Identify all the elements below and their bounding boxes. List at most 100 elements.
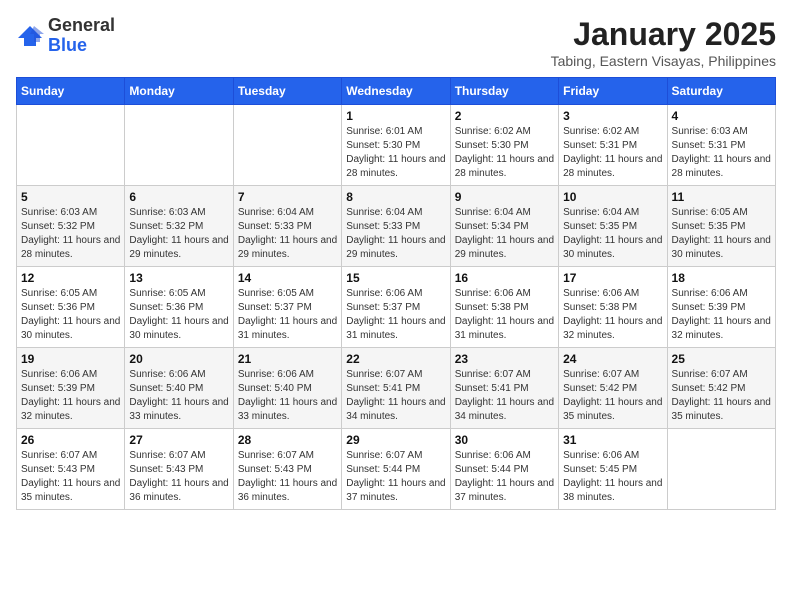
day-info: Sunrise: 6:06 AM Sunset: 5:40 PM Dayligh… xyxy=(129,368,228,424)
day-info: Sunrise: 6:06 AM Sunset: 5:37 PM Dayligh… xyxy=(346,287,445,343)
day-number: 5 xyxy=(21,190,120,204)
calendar-day-12: 12 Sunrise: 6:05 AM Sunset: 5:36 PM Dayli… xyxy=(17,267,125,348)
day-info: Sunrise: 6:06 AM Sunset: 5:44 PM Dayligh… xyxy=(455,449,554,505)
day-number: 10 xyxy=(563,190,662,204)
calendar-day-20: 20Sunrise: 6:06 AM Sunset: 5:40 PM Dayli… xyxy=(125,348,233,429)
day-number: 30 xyxy=(455,433,554,447)
calendar-week-row: 1 Sunrise: 6:01 AM Sunset: 5:30 PM Daylig… xyxy=(17,105,776,186)
day-number: 18 xyxy=(672,271,771,285)
calendar-day-24: 24Sunrise: 6:07 AM Sunset: 5:42 PM Dayli… xyxy=(559,348,667,429)
day-info: Sunrise: 6:02 AM Sunset: 5:30 PM Dayligh… xyxy=(455,125,554,181)
day-info: Sunrise: 6:07 AM Sunset: 5:41 PM Dayligh… xyxy=(455,368,554,424)
day-number: 26 xyxy=(21,433,120,447)
calendar-day-13: 13Sunrise: 6:05 AM Sunset: 5:36 PM Dayli… xyxy=(125,267,233,348)
day-info: Sunrise: 6:02 AM Sunset: 5:31 PM Dayligh… xyxy=(563,125,662,181)
calendar-day-1: 1 Sunrise: 6:01 AM Sunset: 5:30 PM Daylig… xyxy=(342,105,450,186)
calendar-day-8: 8 Sunrise: 6:04 AM Sunset: 5:33 PM Daylig… xyxy=(342,186,450,267)
calendar-day-16: 16 Sunrise: 6:06 AM Sunset: 5:38 PM Dayli… xyxy=(450,267,558,348)
calendar-week-row: 26 Sunrise: 6:07 AM Sunset: 5:43 PM Dayli… xyxy=(17,429,776,510)
day-info: Sunrise: 6:04 AM Sunset: 5:33 PM Dayligh… xyxy=(346,206,445,262)
day-number: 22 xyxy=(346,352,445,366)
day-info: Sunrise: 6:05 AM Sunset: 5:36 PM Dayligh… xyxy=(21,287,120,343)
calendar-empty-cell xyxy=(233,105,341,186)
day-number: 6 xyxy=(129,190,228,204)
calendar-empty-cell xyxy=(667,429,775,510)
weekday-header-tuesday: Tuesday xyxy=(233,78,341,105)
calendar-day-7: 7 Sunrise: 6:04 AM Sunset: 5:33 PM Daylig… xyxy=(233,186,341,267)
day-info: Sunrise: 6:06 AM Sunset: 5:39 PM Dayligh… xyxy=(672,287,771,343)
day-info: Sunrise: 6:05 AM Sunset: 5:36 PM Dayligh… xyxy=(129,287,228,343)
day-number: 8 xyxy=(346,190,445,204)
calendar-day-17: 17Sunrise: 6:06 AM Sunset: 5:38 PM Dayli… xyxy=(559,267,667,348)
day-info: Sunrise: 6:06 AM Sunset: 5:40 PM Dayligh… xyxy=(238,368,337,424)
logo: General Blue xyxy=(16,16,115,56)
page-header: General Blue January 2025 Tabing, Easter… xyxy=(16,16,776,69)
day-info: Sunrise: 6:05 AM Sunset: 5:37 PM Dayligh… xyxy=(238,287,337,343)
day-info: Sunrise: 6:07 AM Sunset: 5:41 PM Dayligh… xyxy=(346,368,445,424)
weekday-header-friday: Friday xyxy=(559,78,667,105)
calendar-day-11: 11 Sunrise: 6:05 AM Sunset: 5:35 PM Dayli… xyxy=(667,186,775,267)
day-info: Sunrise: 6:07 AM Sunset: 5:43 PM Dayligh… xyxy=(129,449,228,505)
calendar-day-9: 9 Sunrise: 6:04 AM Sunset: 5:34 PM Daylig… xyxy=(450,186,558,267)
calendar-day-21: 21Sunrise: 6:06 AM Sunset: 5:40 PM Dayli… xyxy=(233,348,341,429)
day-number: 15 xyxy=(346,271,445,285)
calendar-day-31: 31Sunrise: 6:06 AM Sunset: 5:45 PM Dayli… xyxy=(559,429,667,510)
calendar-header: SundayMondayTuesdayWednesdayThursdayFrid… xyxy=(17,78,776,105)
day-number: 2 xyxy=(455,109,554,123)
calendar-day-4: 4Sunrise: 6:03 AM Sunset: 5:31 PM Daylig… xyxy=(667,105,775,186)
calendar-day-6: 6Sunrise: 6:03 AM Sunset: 5:32 PM Daylig… xyxy=(125,186,233,267)
calendar-day-27: 27Sunrise: 6:07 AM Sunset: 5:43 PM Dayli… xyxy=(125,429,233,510)
day-info: Sunrise: 6:05 AM Sunset: 5:35 PM Dayligh… xyxy=(672,206,771,262)
logo-general-text: General xyxy=(48,15,115,35)
day-info: Sunrise: 6:07 AM Sunset: 5:43 PM Dayligh… xyxy=(21,449,120,505)
day-number: 19 xyxy=(21,352,120,366)
day-number: 17 xyxy=(563,271,662,285)
calendar-day-3: 3 Sunrise: 6:02 AM Sunset: 5:31 PM Daylig… xyxy=(559,105,667,186)
day-info: Sunrise: 6:01 AM Sunset: 5:30 PM Dayligh… xyxy=(346,125,445,181)
calendar-day-22: 22 Sunrise: 6:07 AM Sunset: 5:41 PM Dayli… xyxy=(342,348,450,429)
day-number: 25 xyxy=(672,352,771,366)
calendar-week-row: 12 Sunrise: 6:05 AM Sunset: 5:36 PM Dayli… xyxy=(17,267,776,348)
day-info: Sunrise: 6:07 AM Sunset: 5:42 PM Dayligh… xyxy=(672,368,771,424)
calendar-day-14: 14 Sunrise: 6:05 AM Sunset: 5:37 PM Dayli… xyxy=(233,267,341,348)
day-info: Sunrise: 6:04 AM Sunset: 5:33 PM Dayligh… xyxy=(238,206,337,262)
day-number: 11 xyxy=(672,190,771,204)
weekday-header-sunday: Sunday xyxy=(17,78,125,105)
calendar-day-29: 29Sunrise: 6:07 AM Sunset: 5:44 PM Dayli… xyxy=(342,429,450,510)
day-number: 29 xyxy=(346,433,445,447)
calendar-table: SundayMondayTuesdayWednesdayThursdayFrid… xyxy=(16,77,776,510)
day-number: 1 xyxy=(346,109,445,123)
calendar-day-30: 30 Sunrise: 6:06 AM Sunset: 5:44 PM Dayli… xyxy=(450,429,558,510)
day-number: 16 xyxy=(455,271,554,285)
weekday-header-wednesday: Wednesday xyxy=(342,78,450,105)
calendar-day-26: 26 Sunrise: 6:07 AM Sunset: 5:43 PM Dayli… xyxy=(17,429,125,510)
day-info: Sunrise: 6:06 AM Sunset: 5:38 PM Dayligh… xyxy=(455,287,554,343)
day-number: 24 xyxy=(563,352,662,366)
day-number: 23 xyxy=(455,352,554,366)
logo-icon xyxy=(16,24,44,48)
calendar-day-28: 28Sunrise: 6:07 AM Sunset: 5:43 PM Dayli… xyxy=(233,429,341,510)
day-info: Sunrise: 6:06 AM Sunset: 5:39 PM Dayligh… xyxy=(21,368,120,424)
day-number: 7 xyxy=(238,190,337,204)
weekday-header-thursday: Thursday xyxy=(450,78,558,105)
calendar-day-2: 2 Sunrise: 6:02 AM Sunset: 5:30 PM Daylig… xyxy=(450,105,558,186)
day-info: Sunrise: 6:07 AM Sunset: 5:43 PM Dayligh… xyxy=(238,449,337,505)
calendar-day-19: 19 Sunrise: 6:06 AM Sunset: 5:39 PM Dayli… xyxy=(17,348,125,429)
day-info: Sunrise: 6:06 AM Sunset: 5:45 PM Dayligh… xyxy=(563,449,662,505)
day-number: 14 xyxy=(238,271,337,285)
day-info: Sunrise: 6:03 AM Sunset: 5:31 PM Dayligh… xyxy=(672,125,771,181)
day-info: Sunrise: 6:03 AM Sunset: 5:32 PM Dayligh… xyxy=(21,206,120,262)
day-info: Sunrise: 6:04 AM Sunset: 5:34 PM Dayligh… xyxy=(455,206,554,262)
calendar-day-23: 23 Sunrise: 6:07 AM Sunset: 5:41 PM Dayli… xyxy=(450,348,558,429)
weekday-header-saturday: Saturday xyxy=(667,78,775,105)
calendar-day-15: 15 Sunrise: 6:06 AM Sunset: 5:37 PM Dayli… xyxy=(342,267,450,348)
calendar-empty-cell xyxy=(125,105,233,186)
day-number: 3 xyxy=(563,109,662,123)
calendar-body: 1 Sunrise: 6:01 AM Sunset: 5:30 PM Daylig… xyxy=(17,105,776,510)
day-number: 12 xyxy=(21,271,120,285)
calendar-week-row: 5 Sunrise: 6:03 AM Sunset: 5:32 PM Daylig… xyxy=(17,186,776,267)
calendar-empty-cell xyxy=(17,105,125,186)
day-number: 9 xyxy=(455,190,554,204)
month-year-title: January 2025 xyxy=(551,16,776,53)
calendar-day-18: 18 Sunrise: 6:06 AM Sunset: 5:39 PM Dayli… xyxy=(667,267,775,348)
